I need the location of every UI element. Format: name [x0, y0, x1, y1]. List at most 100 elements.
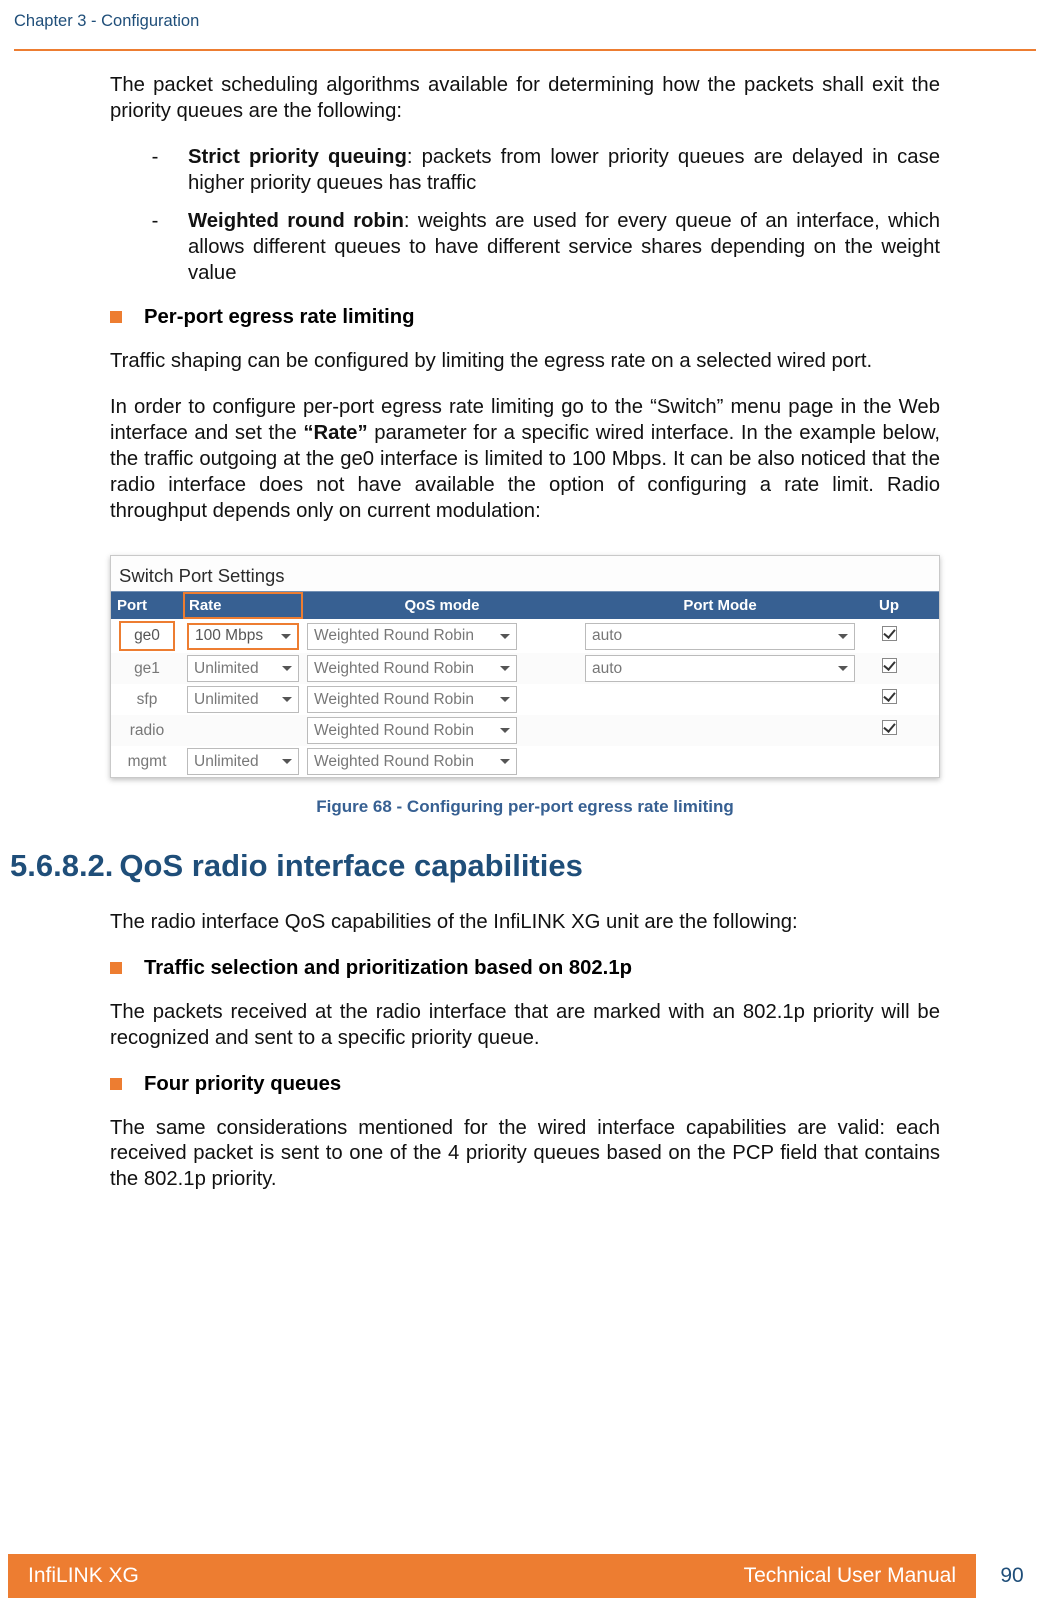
cell-qos: Weighted Round Robin — [303, 686, 581, 713]
th-mode: Port Mode — [581, 592, 859, 619]
qos-select[interactable]: Weighted Round Robin — [307, 717, 517, 744]
algo-text: Strict priority queuing: packets from lo… — [188, 145, 940, 197]
dash-icon: - — [150, 145, 160, 197]
algorithm-list: - Strict priority queuing: packets from … — [150, 145, 940, 287]
up-checkbox[interactable] — [882, 626, 897, 641]
square-bullet-icon — [110, 1078, 122, 1090]
radio-b2-title: Four priority queues — [144, 1072, 341, 1098]
table-row: mgmt Unlimited Weighted Round Robin — [111, 746, 939, 777]
qos-select[interactable]: Weighted Round Robin — [307, 686, 517, 713]
algo-item-strict: - Strict priority queuing: packets from … — [150, 145, 940, 197]
chevron-down-icon — [282, 666, 292, 671]
algo-label: Weighted round robin — [188, 210, 404, 232]
figure-caption: Figure 68 - Configuring per-port egress … — [110, 796, 940, 818]
qos-value: Weighted Round Robin — [314, 659, 474, 679]
page-number: 90 — [990, 1554, 1050, 1598]
cell-rate: Unlimited — [183, 748, 303, 775]
rate-limit-p2: In order to configure per-port egress ra… — [110, 395, 940, 525]
cell-port: sfp — [111, 690, 183, 710]
square-bullet-icon — [110, 311, 122, 323]
chevron-down-icon — [838, 666, 848, 671]
rate-value: Unlimited — [194, 690, 259, 710]
figure-68: Switch Port Settings Port Rate QoS mode … — [110, 555, 940, 818]
chevron-down-icon — [500, 634, 510, 639]
cell-rate: 100 Mbps — [183, 623, 303, 650]
portmode-value: auto — [592, 659, 622, 679]
section-title: QoS radio interface capabilities — [119, 848, 582, 883]
qos-value: Weighted Round Robin — [314, 752, 474, 772]
algo-label: Strict priority queuing — [188, 146, 407, 168]
rate-select[interactable]: 100 Mbps — [187, 623, 299, 650]
qos-value: Weighted Round Robin — [314, 690, 474, 710]
cell-qos: Weighted Round Robin — [303, 623, 581, 650]
portmode-value: auto — [592, 626, 622, 646]
cell-rate: Unlimited — [183, 686, 303, 713]
cell-up — [859, 720, 919, 741]
rate-select[interactable]: Unlimited — [187, 686, 299, 713]
page-footer: InfiLINK XG Technical User Manual 90 — [0, 1554, 1050, 1598]
qos-value: Weighted Round Robin — [314, 721, 474, 741]
algo-item-wrr: - Weighted round robin: weights are used… — [150, 209, 940, 287]
table-row: ge1 Unlimited Weighted Round Robin auto — [111, 653, 939, 684]
th-port: Port — [111, 592, 183, 619]
qos-value: Weighted Round Robin — [314, 626, 474, 646]
section-heading-qos-radio: 5.6.8.2.QoS radio interface capabilities — [10, 846, 940, 886]
radio-b1-title: Traffic selection and prioritization bas… — [144, 956, 632, 982]
chevron-down-icon — [282, 697, 292, 702]
cell-mode: auto — [581, 623, 859, 650]
rate-limit-p1: Traffic shaping can be configured by lim… — [110, 349, 940, 375]
cell-port: ge1 — [111, 659, 183, 679]
qos-select[interactable]: Weighted Round Robin — [307, 623, 517, 650]
rate-limit-heading: Per-port egress rate limiting — [110, 305, 940, 331]
square-bullet-icon — [110, 962, 122, 974]
rate-value: Unlimited — [194, 752, 259, 772]
cell-port: mgmt — [111, 752, 183, 772]
table-row: sfp Unlimited Weighted Round Robin — [111, 684, 939, 715]
rl-p2b: “Rate” — [303, 422, 367, 444]
dash-icon: - — [150, 209, 160, 287]
algo-text: Weighted round robin: weights are used f… — [188, 209, 940, 287]
footer-product: InfiLINK XG — [28, 1564, 139, 1588]
section-number: 5.6.8.2. — [10, 848, 113, 883]
chevron-down-icon — [500, 666, 510, 671]
cell-rate: Unlimited — [183, 655, 303, 682]
cell-qos: Weighted Round Robin — [303, 655, 581, 682]
th-qos: QoS mode — [303, 592, 581, 619]
radio-intro: The radio interface QoS capabilities of … — [110, 910, 940, 936]
port-highlight: ge0 — [119, 621, 175, 651]
th-rate: Rate — [183, 592, 303, 619]
radio-b2-text: The same considerations mentioned for th… — [110, 1116, 940, 1194]
chevron-down-icon — [282, 759, 292, 764]
qos-select[interactable]: Weighted Round Robin — [307, 748, 517, 775]
table-header-row: Port Rate QoS mode Port Mode Up — [111, 592, 939, 619]
table-row: radioWeighted Round Robin — [111, 715, 939, 746]
cell-qos: Weighted Round Robin — [303, 717, 581, 744]
chevron-down-icon — [281, 634, 291, 639]
up-checkbox[interactable] — [882, 720, 897, 735]
cell-up — [859, 626, 919, 647]
cell-up — [859, 658, 919, 679]
chevron-down-icon — [500, 759, 510, 764]
radio-bullet-1: Traffic selection and prioritization bas… — [110, 956, 940, 982]
qos-select[interactable]: Weighted Round Robin — [307, 655, 517, 682]
up-checkbox[interactable] — [882, 658, 897, 673]
table-body: ge0 100 Mbps Weighted Round Robin auto ge1 Un… — [111, 619, 939, 777]
portmode-select[interactable]: auto — [585, 623, 855, 650]
switch-port-panel: Switch Port Settings Port Rate QoS mode … — [110, 555, 940, 779]
radio-bullet-2: Four priority queues — [110, 1072, 940, 1098]
chevron-down-icon — [500, 728, 510, 733]
chevron-down-icon — [500, 697, 510, 702]
cell-port: ge0 — [111, 621, 183, 651]
rate-select[interactable]: Unlimited — [187, 655, 299, 682]
radio-b1-text: The packets received at the radio interf… — [110, 1000, 940, 1052]
cell-mode: auto — [581, 655, 859, 682]
footer-doc-title: Technical User Manual — [744, 1564, 956, 1588]
intro-paragraph: The packet scheduling algorithms availab… — [110, 73, 940, 125]
panel-title: Switch Port Settings — [111, 556, 939, 593]
portmode-select[interactable]: auto — [585, 655, 855, 682]
rate-value: Unlimited — [194, 659, 259, 679]
rate-limit-title: Per-port egress rate limiting — [144, 305, 415, 331]
rate-select[interactable]: Unlimited — [187, 748, 299, 775]
footer-bar: InfiLINK XG Technical User Manual — [8, 1554, 976, 1598]
up-checkbox[interactable] — [882, 689, 897, 704]
